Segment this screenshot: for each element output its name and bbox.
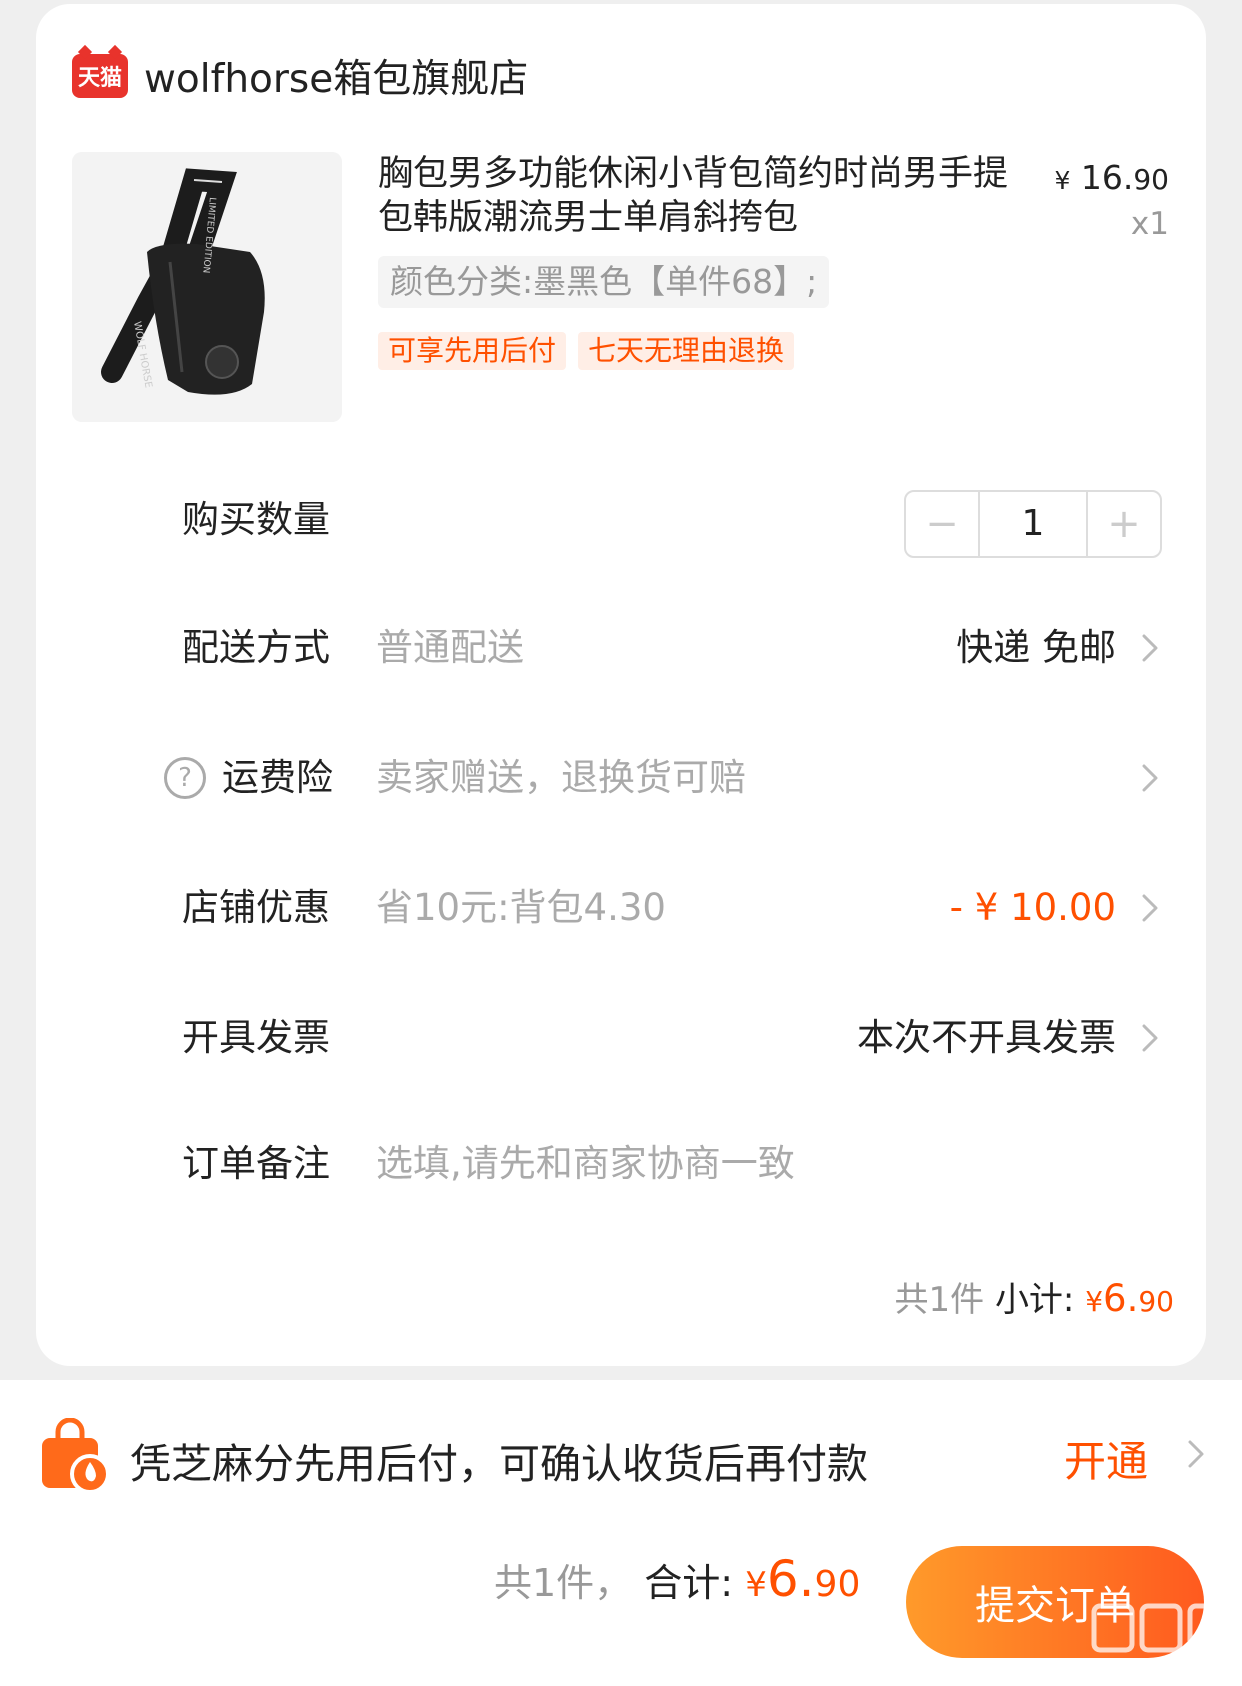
quantity-row: 购买数量 − 1 +: [36, 490, 1206, 558]
delivery-method: 普通配送: [376, 626, 524, 669]
quantity-value[interactable]: 1: [978, 492, 1088, 556]
coupon-row[interactable]: 店铺优惠 省10元:背包4.30 - ¥ 10.00: [36, 878, 1206, 938]
price-integer: 16.: [1080, 158, 1134, 197]
insurance-row[interactable]: ? 运费险 卖家赠送，退换货可赔: [36, 748, 1206, 808]
activate-link[interactable]: 开通: [1064, 1428, 1148, 1489]
invoice-label: 开具发票: [182, 1016, 330, 1059]
total-count: 共1件，: [494, 1561, 633, 1605]
subtotal-count: 共1件: [894, 1280, 985, 1320]
total-integer: 6.: [766, 1550, 815, 1608]
shopping-bag-icon: [42, 1418, 110, 1494]
help-icon[interactable]: ?: [164, 757, 206, 799]
tag-pay-later: 可享先用后付: [378, 332, 567, 370]
quantity-label: 购买数量: [182, 498, 330, 541]
order-total: 共1件， 合计: ¥6.90: [494, 1550, 860, 1608]
coupon-discount: - ¥ 10.00: [949, 886, 1116, 929]
product-price: ¥ 16.90: [1054, 158, 1169, 197]
tmall-logo-icon: 天猫: [72, 54, 128, 98]
total-currency: ¥: [745, 1565, 767, 1605]
coupon-desc: 省10元:背包4.30: [376, 886, 666, 929]
subtotal: 共1件 小计: ¥6.90: [894, 1272, 1174, 1321]
subtotal-currency: ¥: [1085, 1285, 1104, 1318]
price-decimal: 90: [1133, 163, 1169, 196]
sku-label: 颜色分类:墨黑色【单件68】;: [378, 256, 830, 308]
zhizhizhi-watermark: [1091, 1603, 1231, 1653]
increase-button[interactable]: +: [1088, 492, 1160, 556]
chevron-right-icon: [1142, 1024, 1158, 1052]
product-quantity: x1: [1130, 206, 1169, 242]
quantity-stepper[interactable]: − 1 +: [904, 490, 1162, 558]
delivery-row[interactable]: 配送方式 普通配送 快递 免邮: [36, 618, 1206, 678]
note-input[interactable]: 选填,请先和商家协商一致: [376, 1134, 795, 1194]
tag-seven-day-return: 七天无理由退换: [578, 332, 795, 370]
order-confirm-page: 天猫 wolfhorse箱包旗舰店 LIMITED EDITION WOLF H…: [0, 0, 1242, 1686]
price-currency: ¥: [1054, 166, 1071, 195]
invoice-row[interactable]: 开具发票 本次不开具发票: [36, 1008, 1206, 1068]
shop-name[interactable]: wolfhorse箱包旗舰店: [144, 48, 528, 104]
subtotal-decimal: 90: [1138, 1285, 1174, 1318]
insurance-desc: 卖家赠送，退换货可赔: [376, 756, 746, 799]
delivery-label: 配送方式: [182, 626, 330, 669]
chevron-right-icon[interactable]: [1178, 1436, 1214, 1472]
invoice-value: 本次不开具发票: [857, 1016, 1116, 1059]
chevron-right-icon: [1142, 634, 1158, 662]
note-label: 订单备注: [182, 1142, 330, 1185]
delivery-value: 快递 免邮: [956, 626, 1116, 669]
bottom-bar: 凭芝麻分先用后付，可确认收货后再付款 开通 共1件， 合计: ¥6.90 提交订…: [0, 1380, 1242, 1686]
order-card: 天猫 wolfhorse箱包旗舰店 LIMITED EDITION WOLF H…: [36, 4, 1206, 1366]
total-label: 合计:: [644, 1561, 734, 1605]
chevron-right-icon: [1142, 894, 1158, 922]
product-title[interactable]: 胸包男多功能休闲小背包简约时尚男手提包韩版潮流男士单肩斜挎包: [378, 152, 1018, 240]
total-decimal: 90: [814, 1564, 861, 1605]
insurance-label: 运费险: [222, 756, 333, 799]
subtotal-label: 小计:: [994, 1280, 1075, 1320]
chevron-right-icon: [1142, 764, 1158, 792]
zhima-pay-later-text: 凭芝麻分先用后付，可确认收货后再付款: [130, 1440, 868, 1488]
product-image[interactable]: LIMITED EDITION WOLF HORSE: [72, 152, 342, 422]
shop-header[interactable]: 天猫 wolfhorse箱包旗舰店: [72, 48, 528, 104]
service-tags: 可享先用后付 七天无理由退换: [378, 332, 795, 370]
decrease-button[interactable]: −: [906, 492, 978, 556]
coupon-label: 店铺优惠: [182, 886, 330, 929]
note-row: 订单备注 选填,请先和商家协商一致: [36, 1134, 1206, 1194]
subtotal-integer: 6.: [1103, 1277, 1139, 1320]
